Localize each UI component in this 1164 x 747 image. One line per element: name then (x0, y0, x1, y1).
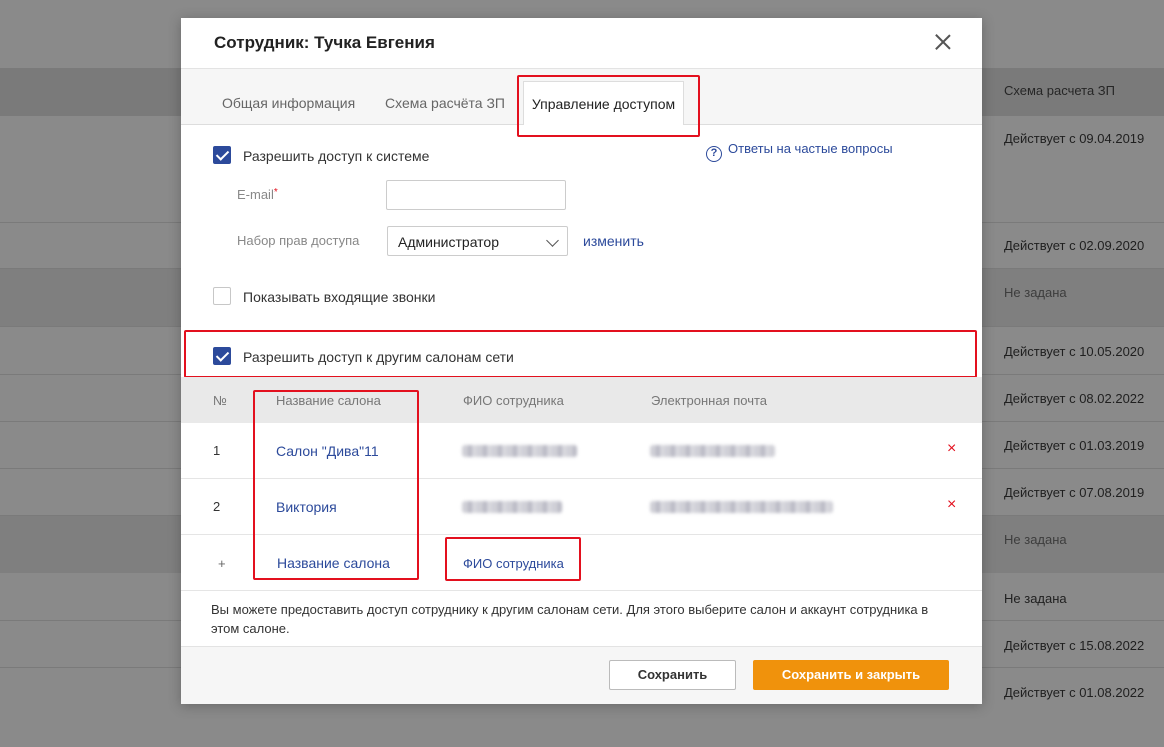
add-row: + Название салона ФИО сотрудника (181, 535, 982, 591)
access-set-select[interactable]: Администратор (387, 226, 568, 256)
modal-footer: Сохранить Сохранить и закрыть (181, 646, 982, 704)
allow-network-access-checkbox[interactable] (213, 347, 231, 365)
row-number: 2 (213, 499, 221, 514)
add-salon-link[interactable]: Название салона (277, 555, 390, 571)
tab-access-management[interactable]: Управление доступом (523, 81, 684, 125)
allow-system-access-checkbox[interactable] (213, 146, 231, 164)
save-button[interactable]: Сохранить (609, 660, 736, 690)
row-number: 1 (213, 443, 221, 458)
access-set-value: Администратор (398, 234, 500, 250)
tab-salary-scheme[interactable]: Схема расчёта ЗП (385, 95, 505, 111)
background-cell: Действует с 01.08.2022 (1004, 685, 1145, 700)
background-column-header: Схема расчета ЗП (1004, 83, 1115, 98)
email-label-text: E-mail (237, 187, 274, 202)
info-text: Вы можете предоставить доступ сотруднику… (211, 602, 929, 636)
salons-table-header: № Название салона ФИО сотрудника Электро… (181, 377, 982, 423)
question-icon: ? (706, 146, 722, 162)
table-row: 2 Виктория × (181, 479, 982, 535)
background-cell: Не задана (1004, 532, 1067, 547)
email-field[interactable] (386, 180, 566, 210)
faq-link[interactable]: ? Ответы на частые вопросы (706, 141, 893, 162)
background-cell: Действует с 09.04.2019 (1004, 131, 1145, 146)
background-cell: Действует с 07.08.2019 (1004, 485, 1145, 500)
change-access-link[interactable]: изменить (583, 233, 644, 249)
faq-link-label: Ответы на частые вопросы (728, 141, 893, 156)
background-cell: Действует с 01.03.2019 (1004, 438, 1145, 453)
blurred-employee-name (462, 445, 577, 457)
background-cell: Действует с 10.05.2020 (1004, 344, 1145, 359)
allow-system-access-label: Разрешить доступ к системе (243, 148, 430, 164)
employee-modal: Сотрудник: Тучка Евгения Общая информаци… (181, 18, 982, 704)
salon-link[interactable]: Виктория (276, 499, 337, 515)
required-mark: * (273, 187, 278, 198)
delete-row-icon[interactable]: × (947, 440, 956, 458)
background-cell: Действует с 15.08.2022 (1004, 638, 1145, 653)
table-row: 1 Салон "Дива"11 × (181, 423, 982, 479)
save-and-close-button[interactable]: Сохранить и закрыть (753, 660, 949, 690)
email-label: E-mail* (237, 187, 278, 202)
chevron-down-icon (546, 234, 559, 247)
background-cell: Действует с 08.02.2022 (1004, 391, 1145, 406)
delete-row-icon[interactable]: × (947, 496, 956, 514)
access-set-label: Набор прав доступа (237, 233, 360, 248)
show-calls-checkbox[interactable] (213, 287, 231, 305)
background-cell: Действует с 02.09.2020 (1004, 238, 1145, 253)
blurred-email (650, 501, 833, 513)
column-header-email: Электронная почта (651, 393, 768, 408)
show-calls-label: Показывать входящие звонки (243, 289, 436, 305)
column-header-employee: ФИО сотрудника (463, 393, 564, 408)
tab-general-info[interactable]: Общая информация (222, 95, 355, 111)
blurred-email (650, 445, 775, 457)
plus-icon[interactable]: + (218, 556, 226, 571)
blurred-employee-name (462, 501, 562, 513)
column-header-num: № (213, 393, 227, 408)
background-cell: Не задана (1004, 285, 1067, 300)
add-employee-link[interactable]: ФИО сотрудника (463, 556, 564, 571)
background-cell: Не задана (1004, 591, 1067, 606)
tab-bar: Общая информация Схема расчёта ЗП Управл… (181, 69, 982, 125)
salon-link[interactable]: Салон "Дива"11 (276, 443, 379, 459)
column-header-salon: Название салона (276, 393, 381, 408)
close-icon[interactable] (933, 32, 953, 52)
modal-title: Сотрудник: Тучка Евгения (214, 33, 435, 52)
allow-network-access-label: Разрешить доступ к другим салонам сети (243, 349, 514, 365)
